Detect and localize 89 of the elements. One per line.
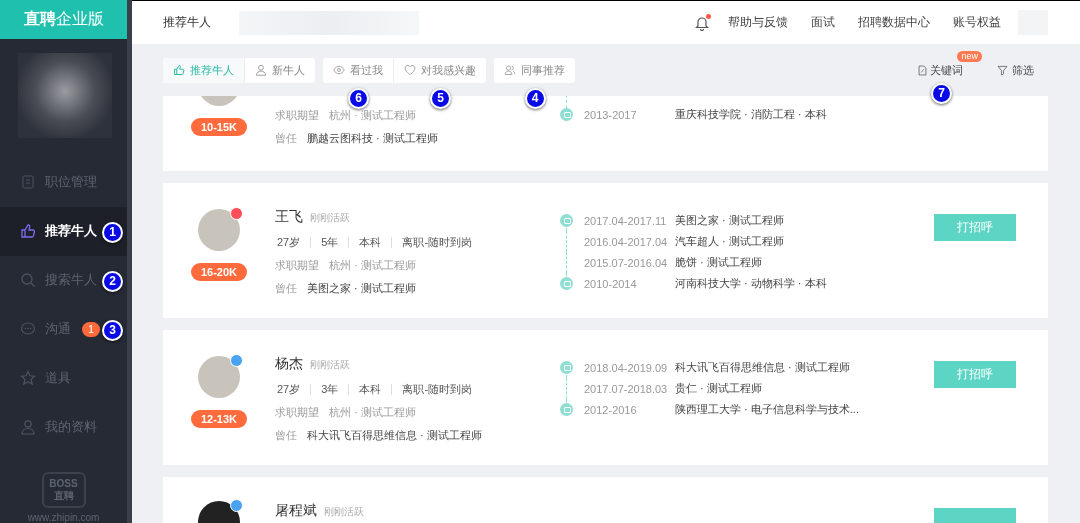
nav-link[interactable]: 招聘数据中心 xyxy=(858,14,930,31)
sidebar-item[interactable]: 搜索牛人 2 xyxy=(0,255,127,305)
nav-link[interactable]: 账号权益 xyxy=(953,14,1001,31)
page-title: 推荐牛人 xyxy=(163,14,211,31)
school-icon xyxy=(560,108,573,121)
field-label: 曾任 xyxy=(275,428,297,443)
fact-text: 27岁 xyxy=(276,236,302,248)
filter-icon xyxy=(997,64,1008,76)
previous-job: 鹏越云图科技 · 测试工程师 xyxy=(307,131,438,146)
document-icon xyxy=(20,174,36,191)
person-icon xyxy=(255,64,267,76)
thumbs-up-icon xyxy=(173,64,185,76)
candidate-name[interactable]: 杨杰 xyxy=(275,355,303,373)
chat-bubble-icon xyxy=(20,321,36,338)
briefcase-icon xyxy=(560,361,573,374)
new-badge: new xyxy=(957,50,982,62)
salary-badge: 10-15K xyxy=(191,118,247,136)
website-url: www.zhipin.com xyxy=(26,512,101,523)
nav-link[interactable]: 帮助与反馈 xyxy=(728,14,788,31)
field-label: 求职期望 xyxy=(275,108,319,123)
history-detail: 贵仁 · 测试工程师 xyxy=(675,381,762,396)
field-label: 求职期望 xyxy=(275,405,319,420)
date-range: 2015.07-2016.04 xyxy=(584,256,669,269)
fact-text: 5年 xyxy=(310,236,349,248)
filter-tab[interactable]: 新牛人 xyxy=(244,57,315,83)
date-range: 2010-2014 xyxy=(584,277,638,290)
field-label: 求职期望 xyxy=(275,258,319,273)
date-range: 2013-2017 xyxy=(584,108,638,121)
bell-icon xyxy=(694,14,710,31)
fact-text: 3年 xyxy=(310,383,349,395)
fact-text: 本科 xyxy=(348,236,392,248)
person-icon xyxy=(20,419,36,436)
date-range: 2012-2016 xyxy=(584,403,638,416)
school-icon xyxy=(560,277,573,290)
search-icon xyxy=(20,272,36,289)
fact-text: 离职-随时到岗 xyxy=(391,236,483,248)
number-marker: 5 xyxy=(430,87,451,109)
previous-job: 科大讯飞百得思维信息 · 测试工程师 xyxy=(307,428,482,443)
notification-button[interactable] xyxy=(694,14,710,31)
thumbs-up-icon xyxy=(20,223,36,240)
candidate-name[interactable]: 屠程斌 xyxy=(275,502,317,520)
app-logo: 直聘企业版 xyxy=(0,0,127,39)
history-detail: 科大讯飞百得思维信息 · 测试工程师 xyxy=(675,360,850,375)
previous-job: 美图之家 · 测试工程师 xyxy=(307,281,416,296)
count-badge: 1 xyxy=(82,321,101,337)
filter-button[interactable]: 筛选 xyxy=(997,62,1034,78)
field-label: 曾任 xyxy=(275,281,297,296)
star-icon xyxy=(20,370,36,387)
logo-watermark: BOSS 直聘 xyxy=(41,471,86,508)
date-range: 2016.04-2017.04 xyxy=(584,235,669,248)
briefcase-icon xyxy=(560,214,573,227)
activity-status: 刚刚活跃 xyxy=(324,505,364,519)
activity-status: 刚刚活跃 xyxy=(310,358,350,372)
expected-job: 杭州 · 测试工程师 xyxy=(329,405,416,420)
fact-text: 离职-随时到岗 xyxy=(391,383,483,395)
number-marker: 1 xyxy=(102,221,123,243)
document-icon xyxy=(917,64,928,76)
heart-icon xyxy=(404,64,416,76)
number-marker: 2 xyxy=(102,270,123,292)
avatar-placeholder xyxy=(198,209,240,251)
nav-link[interactable]: 面试 xyxy=(811,14,835,31)
fact-text: 27岁 xyxy=(276,383,302,395)
expected-job: 杭州 · 测试工程师 xyxy=(329,108,416,123)
history-detail: 重庆科技学院 · 消防工程 · 本科 xyxy=(675,107,827,122)
date-range: 2017.07-2018.03 xyxy=(584,382,669,395)
school-icon xyxy=(560,403,573,416)
number-marker: 7 xyxy=(931,82,952,104)
history-detail: 脆饼 · 测试工程师 xyxy=(675,255,762,270)
date-range: 2018.04-2019.09 xyxy=(584,361,669,374)
number-marker: 3 xyxy=(102,319,123,341)
history-detail: 美图之家 · 测试工程师 xyxy=(675,213,784,228)
keyword-button[interactable]: 关键词 xyxy=(917,62,963,78)
expected-job: 杭州 · 测试工程师 xyxy=(329,258,416,273)
avatar-placeholder xyxy=(198,356,240,398)
eye-icon xyxy=(333,64,345,76)
history-detail: 汽车超人 · 测试工程师 xyxy=(675,234,784,249)
salary-badge: 12-13K xyxy=(191,410,247,428)
number-marker: 6 xyxy=(348,87,369,109)
sidebar-item[interactable]: 沟通 1 3 xyxy=(0,304,127,354)
activity-status: 刚刚活跃 xyxy=(310,211,350,225)
history-detail: 河南科技大学 · 动物科学 · 本科 xyxy=(675,276,827,291)
sidebar-item[interactable]: 推荐牛人 1 xyxy=(0,206,127,256)
candidate-name[interactable]: 王飞 xyxy=(275,208,303,226)
field-label: 曾任 xyxy=(275,131,297,146)
people-icon xyxy=(504,64,516,76)
salary-badge: 16-20K xyxy=(191,263,247,281)
history-detail: 陕西理工大学 · 电子信息科学与技术... xyxy=(675,402,859,417)
fact-text: 本科 xyxy=(348,383,392,395)
date-range: 2017.04-2017.11 xyxy=(584,214,668,227)
